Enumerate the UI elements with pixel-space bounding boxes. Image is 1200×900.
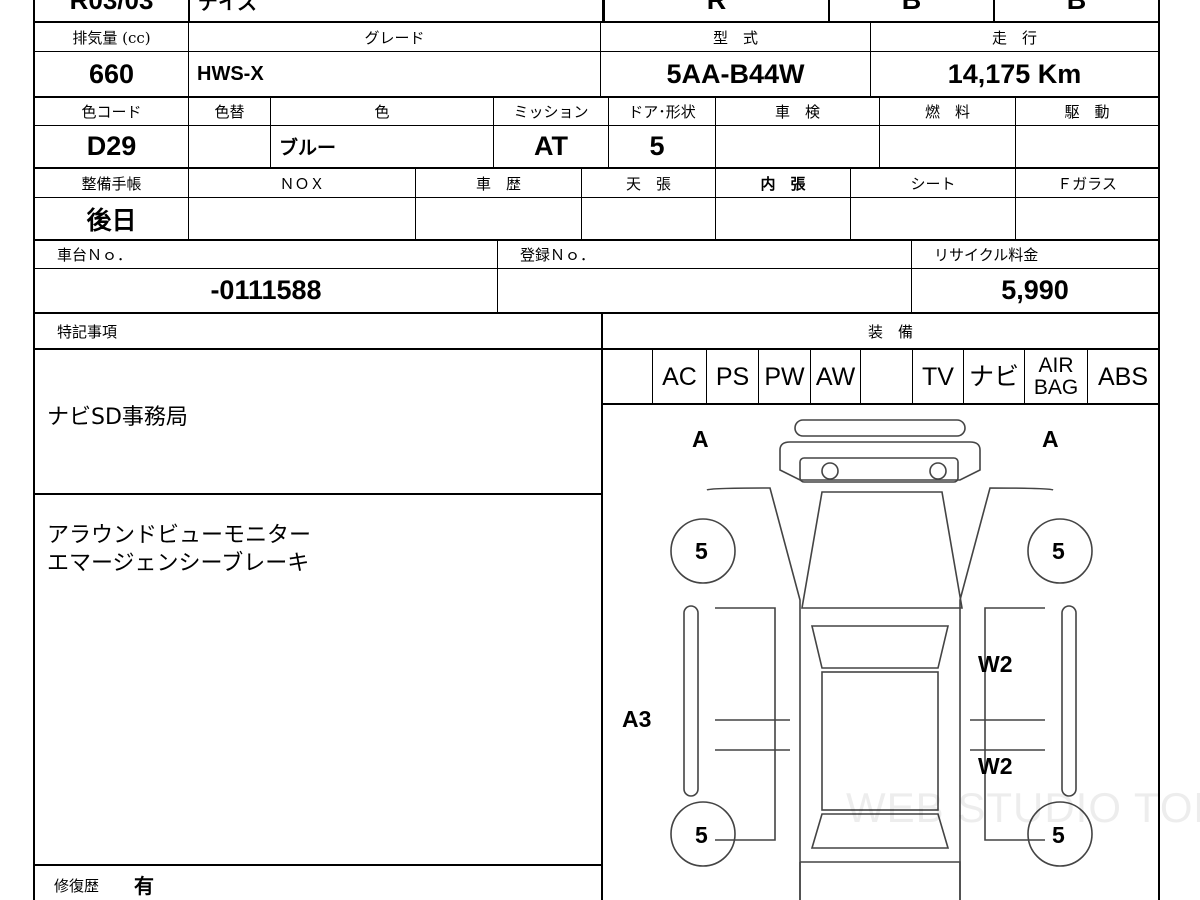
body-outline xyxy=(706,487,1054,900)
mark-tire-rl: 5 xyxy=(695,822,708,848)
hood xyxy=(801,491,963,609)
mark-door-right-rear: W2 xyxy=(978,753,1013,779)
mark-side-left: A3 xyxy=(622,706,652,732)
front-grille xyxy=(779,441,981,481)
windshield xyxy=(810,625,950,669)
left-doors xyxy=(715,607,790,841)
mark-door-right-front: W2 xyxy=(978,651,1013,677)
headlight-left-icon xyxy=(821,462,839,480)
front-bumper xyxy=(794,419,966,437)
watermark: WEB STUDIO TORO xyxy=(846,784,1200,831)
mark-tire-fr: 5 xyxy=(1052,538,1065,564)
left-mirror xyxy=(683,605,699,797)
car-condition-diagram xyxy=(670,419,1093,900)
headlight-right-icon xyxy=(929,462,947,480)
mark-front-right: A xyxy=(1042,426,1059,452)
rear-bumper xyxy=(799,861,961,900)
right-mirror xyxy=(1061,605,1077,797)
mark-front-left: A xyxy=(692,426,709,452)
mark-tire-fl: 5 xyxy=(695,538,708,564)
